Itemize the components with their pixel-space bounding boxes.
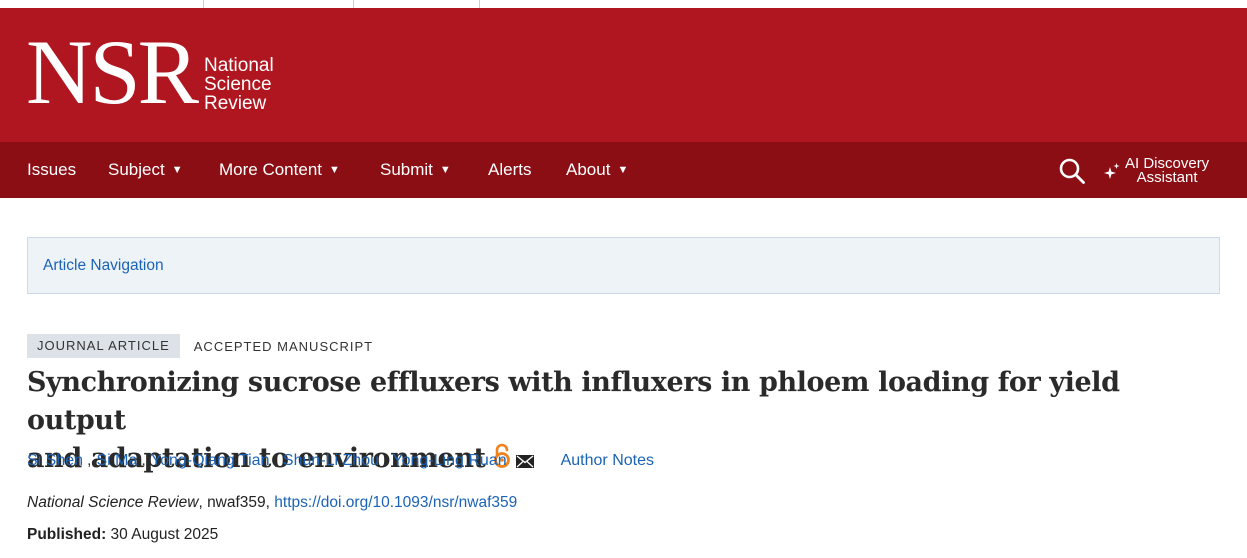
logo-word: National (203, 55, 274, 76)
article-id: , nwaf359, (198, 494, 275, 511)
published-label: Published: (27, 526, 107, 543)
nav-item-submit[interactable]: Submit ▼ (380, 142, 451, 198)
nav-item-issues[interactable]: Issues (27, 142, 76, 198)
author-list: Si Shen , Si Ma , Yong-Qiang Tian , Shun… (27, 449, 654, 473)
logo-word: Review (203, 93, 267, 114)
article-navigation-link[interactable]: Article Navigation (43, 257, 164, 275)
envelope-icon[interactable] (515, 454, 534, 468)
author-separator: , (87, 452, 92, 469)
doi-link[interactable]: https://doi.org/10.1093/nsr/nwaf359 (274, 494, 517, 511)
sparkle-icon (1104, 163, 1120, 179)
citation-line: National Science Review, nwaf359, https:… (27, 494, 517, 512)
chevron-down-icon: ▼ (617, 164, 629, 176)
author-notes-link[interactable]: Author Notes (561, 452, 654, 470)
logo-word: Science (203, 74, 272, 95)
nav-item-label: Issues (27, 160, 77, 179)
main-nav: Issues Subject ▼ More Content ▼ Submit ▼… (0, 142, 1247, 198)
author-link[interactable]: Si Shen (27, 452, 83, 470)
chevron-down-icon: ▼ (171, 164, 183, 176)
journal-article-badge: JOURNAL ARTICLE (27, 334, 180, 358)
published-line: Published: 30 August 2025 (27, 526, 218, 544)
ai-assistant-label: AI Discovery Assistant (1125, 156, 1209, 186)
nav-item-label: More Content (219, 160, 322, 179)
author-link[interactable]: Yong-Ling Ruan (392, 452, 506, 470)
journal-name: National Science Review (27, 494, 199, 511)
author-link[interactable]: Shun-Li Zhou (283, 452, 379, 470)
nav-item-label: About (566, 160, 611, 179)
utility-divider (353, 0, 354, 8)
top-utility-strip (0, 0, 1247, 8)
brand-header: NSR National Science Review (0, 8, 1247, 142)
chevron-down-icon: ▼ (329, 164, 340, 176)
utility-divider (479, 0, 480, 8)
ai-assistant-label-line: Assistant (1136, 169, 1198, 186)
published-date: 30 August 2025 (110, 526, 219, 543)
logo-letters: NSR (26, 21, 199, 123)
author-link[interactable]: Si Ma (97, 452, 138, 470)
nav-item-more-content[interactable]: More Content ▼ (219, 142, 340, 198)
logo-wordmark: National Science Review (204, 56, 274, 113)
utility-divider (203, 0, 204, 8)
ai-discovery-assistant-button[interactable]: AI Discovery Assistant (1104, 154, 1209, 188)
author-separator: , (141, 452, 146, 469)
nav-item-alerts[interactable]: Alerts (488, 142, 531, 198)
author-separator: , (382, 452, 388, 469)
nav-item-label: Submit (380, 160, 433, 179)
nav-item-label: Alerts (488, 160, 532, 179)
article-navigation-box: Article Navigation (27, 237, 1220, 294)
site-logo[interactable]: NSR National Science Review (26, 26, 274, 126)
search-icon[interactable] (1058, 157, 1086, 185)
article-type-badges: JOURNAL ARTICLE ACCEPTED MANUSCRIPT (27, 334, 373, 358)
chevron-down-icon: ▼ (439, 164, 451, 176)
nav-item-label: Subject (108, 160, 165, 179)
author-separator: , (273, 452, 278, 469)
article-title-line: Synchronizing sucrose effluxers with inf… (27, 367, 1120, 436)
nav-item-subject[interactable]: Subject ▼ (108, 142, 183, 198)
nav-item-about[interactable]: About ▼ (566, 142, 628, 198)
author-link[interactable]: Yong-Qiang Tian (151, 452, 270, 470)
accepted-manuscript-label: ACCEPTED MANUSCRIPT (193, 338, 374, 354)
